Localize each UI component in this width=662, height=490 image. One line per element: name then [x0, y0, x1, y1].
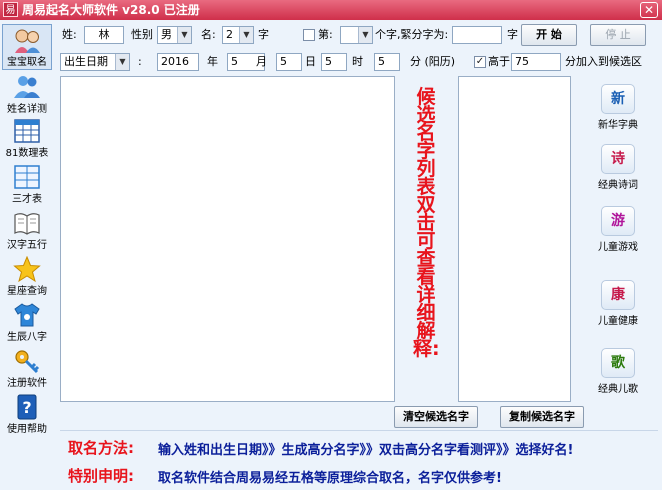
app-window: 易 周易起名大师软件 v28.0 已注册 ✕ 宝宝取名 姓名详测 81数理表 三… — [0, 0, 662, 490]
health-icon: 康 — [601, 280, 635, 310]
hour-unit: 时 — [352, 55, 363, 68]
sidebar-item-label: 汉字五行 — [7, 240, 47, 251]
sidebar-item-hanzi-wuxing[interactable]: 汉字五行 — [2, 208, 52, 252]
hour-input[interactable]: 5 — [321, 53, 347, 71]
chevron-down-icon: ▼ — [177, 27, 191, 43]
candidate-hint-text: 候选名字列表双击可查看详细解释: — [413, 86, 440, 360]
star-icon — [13, 256, 41, 282]
start-button[interactable]: 开 始 — [521, 24, 577, 46]
date-type-select-value: 出生日期 — [64, 55, 108, 68]
sidebar-item-label: 81数理表 — [5, 148, 49, 159]
fixed-char-input[interactable] — [452, 26, 502, 44]
surname-label: 姓: — [62, 28, 77, 41]
window-title: 周易起名大师软件 v28.0 已注册 — [22, 3, 200, 17]
fixed-char-unit: 字 — [507, 28, 518, 41]
name-count-select[interactable]: 2 ▼ — [222, 26, 254, 44]
sidebar-item-label: 星座查询 — [7, 286, 47, 297]
sidebar-item-constellation[interactable]: 星座查询 — [2, 254, 52, 298]
close-icon[interactable]: ✕ — [640, 2, 658, 18]
date-type-select[interactable]: 出生日期 ▼ — [60, 53, 130, 71]
shirt-icon — [14, 303, 40, 327]
day-input[interactable]: 5 — [276, 53, 302, 71]
chevron-down-icon: ▼ — [239, 27, 253, 43]
sidebar-item-label: 注册软件 — [7, 378, 47, 389]
tool-classic-songs[interactable]: 歌 经典儿歌 — [588, 348, 648, 395]
name-count-label: 名: — [201, 28, 216, 41]
gender-select[interactable]: 男 ▼ — [157, 26, 192, 44]
candidate-names-list[interactable] — [458, 76, 571, 402]
baby-icon — [15, 29, 40, 53]
app-logo-icon: 易 — [3, 2, 18, 17]
sidebar-item-sancai-table[interactable]: 三才表 — [2, 162, 52, 206]
sidebar-item-label: 姓名详测 — [7, 104, 47, 115]
sidebar-item-label: 三才表 — [12, 194, 42, 205]
notice-text: 取名软件结合周易易经五格等原理综合取名，名字仅供参考! — [158, 471, 502, 486]
game-icon: 游 — [601, 206, 635, 236]
chevron-down-icon: ▼ — [358, 27, 372, 43]
sidebar-item-81-table[interactable]: 81数理表 — [2, 116, 52, 160]
sidebar-item-label: 使用帮助 — [7, 424, 47, 435]
copy-candidates-button[interactable]: 复制候选名字 — [500, 406, 584, 428]
title-bar: 易 周易起名大师软件 v28.0 已注册 ✕ — [0, 0, 662, 20]
month-unit: 月 — [256, 55, 267, 68]
dictionary-icon: 新 — [601, 84, 635, 114]
tool-label: 儿童健康 — [598, 316, 638, 327]
position-checkbox[interactable] — [303, 29, 315, 41]
tool-label: 儿童游戏 — [598, 242, 638, 253]
tool-kids-games[interactable]: 游 儿童游戏 — [588, 206, 648, 253]
date-colon: : — [138, 55, 142, 68]
sidebar-item-name-test[interactable]: 姓名详测 — [2, 72, 52, 116]
song-icon: 歌 — [601, 348, 635, 378]
day-unit: 日 — [305, 55, 316, 68]
stop-button[interactable]: 停 止 — [590, 24, 646, 46]
minute-unit: 分 (阳历) — [410, 55, 456, 68]
grid-table-icon — [14, 119, 40, 143]
help-icon: ? — [17, 394, 37, 420]
table-icon — [14, 165, 40, 189]
gender-label: 性别 — [131, 28, 153, 41]
minute-input[interactable]: 5 — [374, 53, 400, 71]
svg-text:?: ? — [22, 398, 31, 417]
fixed-char-label: 个字,緊分字为: — [375, 28, 449, 41]
sidebar-item-register[interactable]: 注册软件 — [2, 346, 52, 390]
tool-classic-poems[interactable]: 诗 经典诗词 — [588, 144, 648, 191]
sidebar: 宝宝取名 姓名详测 81数理表 三才表 汉字五行 星座查询 生辰八字 注册软件 … — [0, 20, 54, 490]
key-icon — [15, 350, 40, 374]
add-to-candidates-label: 分加入到候选区 — [565, 55, 642, 68]
notice-title: 特别申明: — [68, 467, 134, 485]
people-icon — [14, 76, 40, 98]
poem-icon: 诗 — [601, 144, 635, 174]
tool-xinhua-dictionary[interactable]: 新 新华字典 — [588, 84, 648, 131]
tool-kids-health[interactable]: 康 儿童健康 — [588, 280, 648, 327]
gender-select-value: 男 — [161, 28, 172, 41]
year-unit: 年 — [207, 55, 218, 68]
sidebar-item-baby-naming[interactable]: 宝宝取名 — [2, 24, 52, 70]
above-score-checkbox[interactable]: ✓ — [474, 56, 486, 68]
sidebar-item-help[interactable]: ? 使用帮助 — [2, 392, 52, 436]
position-select[interactable]: ▼ — [340, 26, 373, 44]
above-score-label: 高于 — [488, 55, 510, 68]
notes-divider — [60, 430, 658, 431]
year-input[interactable]: 2016 — [157, 53, 199, 71]
method-text: 输入姓和出生日期》》生成高分名字》》双击高分名字看测评》》选择好名! — [158, 443, 574, 458]
book-icon — [14, 213, 40, 235]
clear-candidates-button[interactable]: 清空候选名字 — [394, 406, 478, 428]
name-count-unit: 字 — [258, 28, 269, 41]
method-title: 取名方法: — [68, 439, 134, 457]
surname-input[interactable]: 林 — [84, 26, 124, 44]
position-label: 第: — [318, 28, 333, 41]
score-threshold-input[interactable]: 75 — [511, 53, 561, 71]
tool-label: 新华字典 — [598, 120, 638, 131]
sidebar-item-label: 生辰八字 — [7, 332, 47, 343]
generated-names-list[interactable] — [60, 76, 395, 402]
chevron-down-icon: ▼ — [115, 54, 129, 70]
tool-label: 经典诗词 — [598, 180, 638, 191]
name-count-select-value: 2 — [226, 28, 233, 41]
tool-label: 经典儿歌 — [598, 384, 638, 395]
sidebar-item-bazi[interactable]: 生辰八字 — [2, 300, 52, 344]
sidebar-item-label: 宝宝取名 — [7, 57, 47, 68]
